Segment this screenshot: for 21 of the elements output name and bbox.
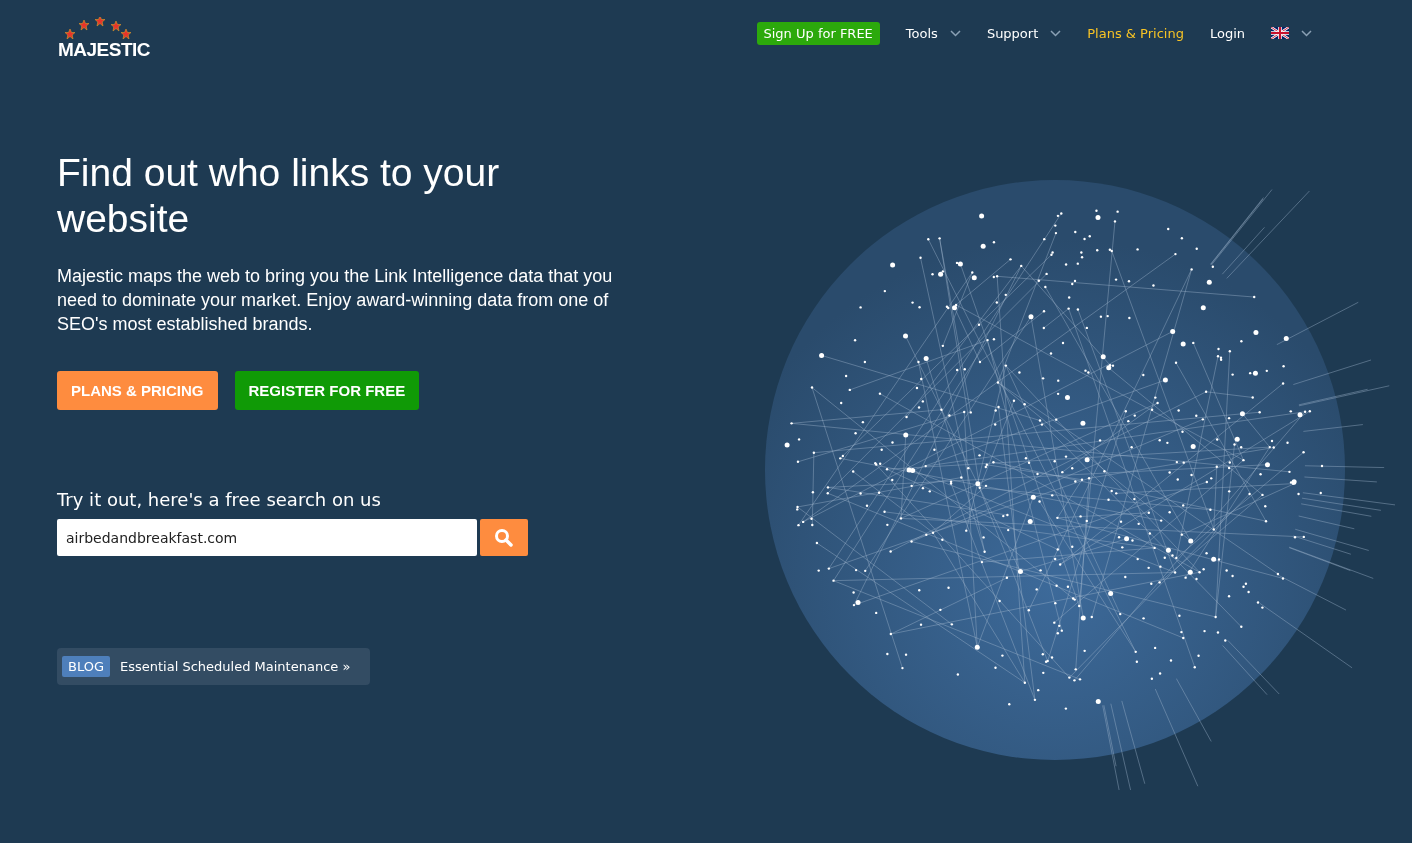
flag-icon: [1271, 27, 1289, 39]
search-heading: Try it out, here's a free search on us: [57, 489, 382, 510]
nav-label: Support: [986, 25, 1039, 41]
logo[interactable]: MAJESTIC: [58, 17, 151, 61]
blog-link[interactable]: Essential Scheduled Maintenance »: [120, 659, 351, 674]
nav-label: Tools: [905, 25, 938, 41]
register-button[interactable]: REGISTER FOR FREE: [234, 371, 420, 410]
search-icon: [494, 527, 514, 548]
search-field[interactable]: airbedandbreakfast.com: [57, 519, 477, 556]
nav-dropdown[interactable]: Support: [986, 25, 1062, 41]
hero-title: Find out who links to your website: [57, 150, 501, 242]
hero-description: Majestic maps the web to bring you the Link Intelligence data that you need to dominate your market. Enjoy award-winning data from one of SEO's most established brands.: [57, 265, 614, 336]
blog-tag: BLOG: [62, 656, 110, 677]
language-selector[interactable]: [1271, 27, 1312, 39]
nav-link[interactable]: Plans & Pricing: [1087, 25, 1184, 41]
nav-dropdown[interactable]: Tools: [905, 25, 961, 41]
logo-text: MAJESTIC: [58, 39, 151, 61]
chevron-down-icon: [1301, 29, 1312, 37]
chevron-down-icon: [949, 29, 961, 37]
chevron-down-icon: [1050, 29, 1062, 37]
nav-link[interactable]: Login: [1209, 25, 1245, 41]
